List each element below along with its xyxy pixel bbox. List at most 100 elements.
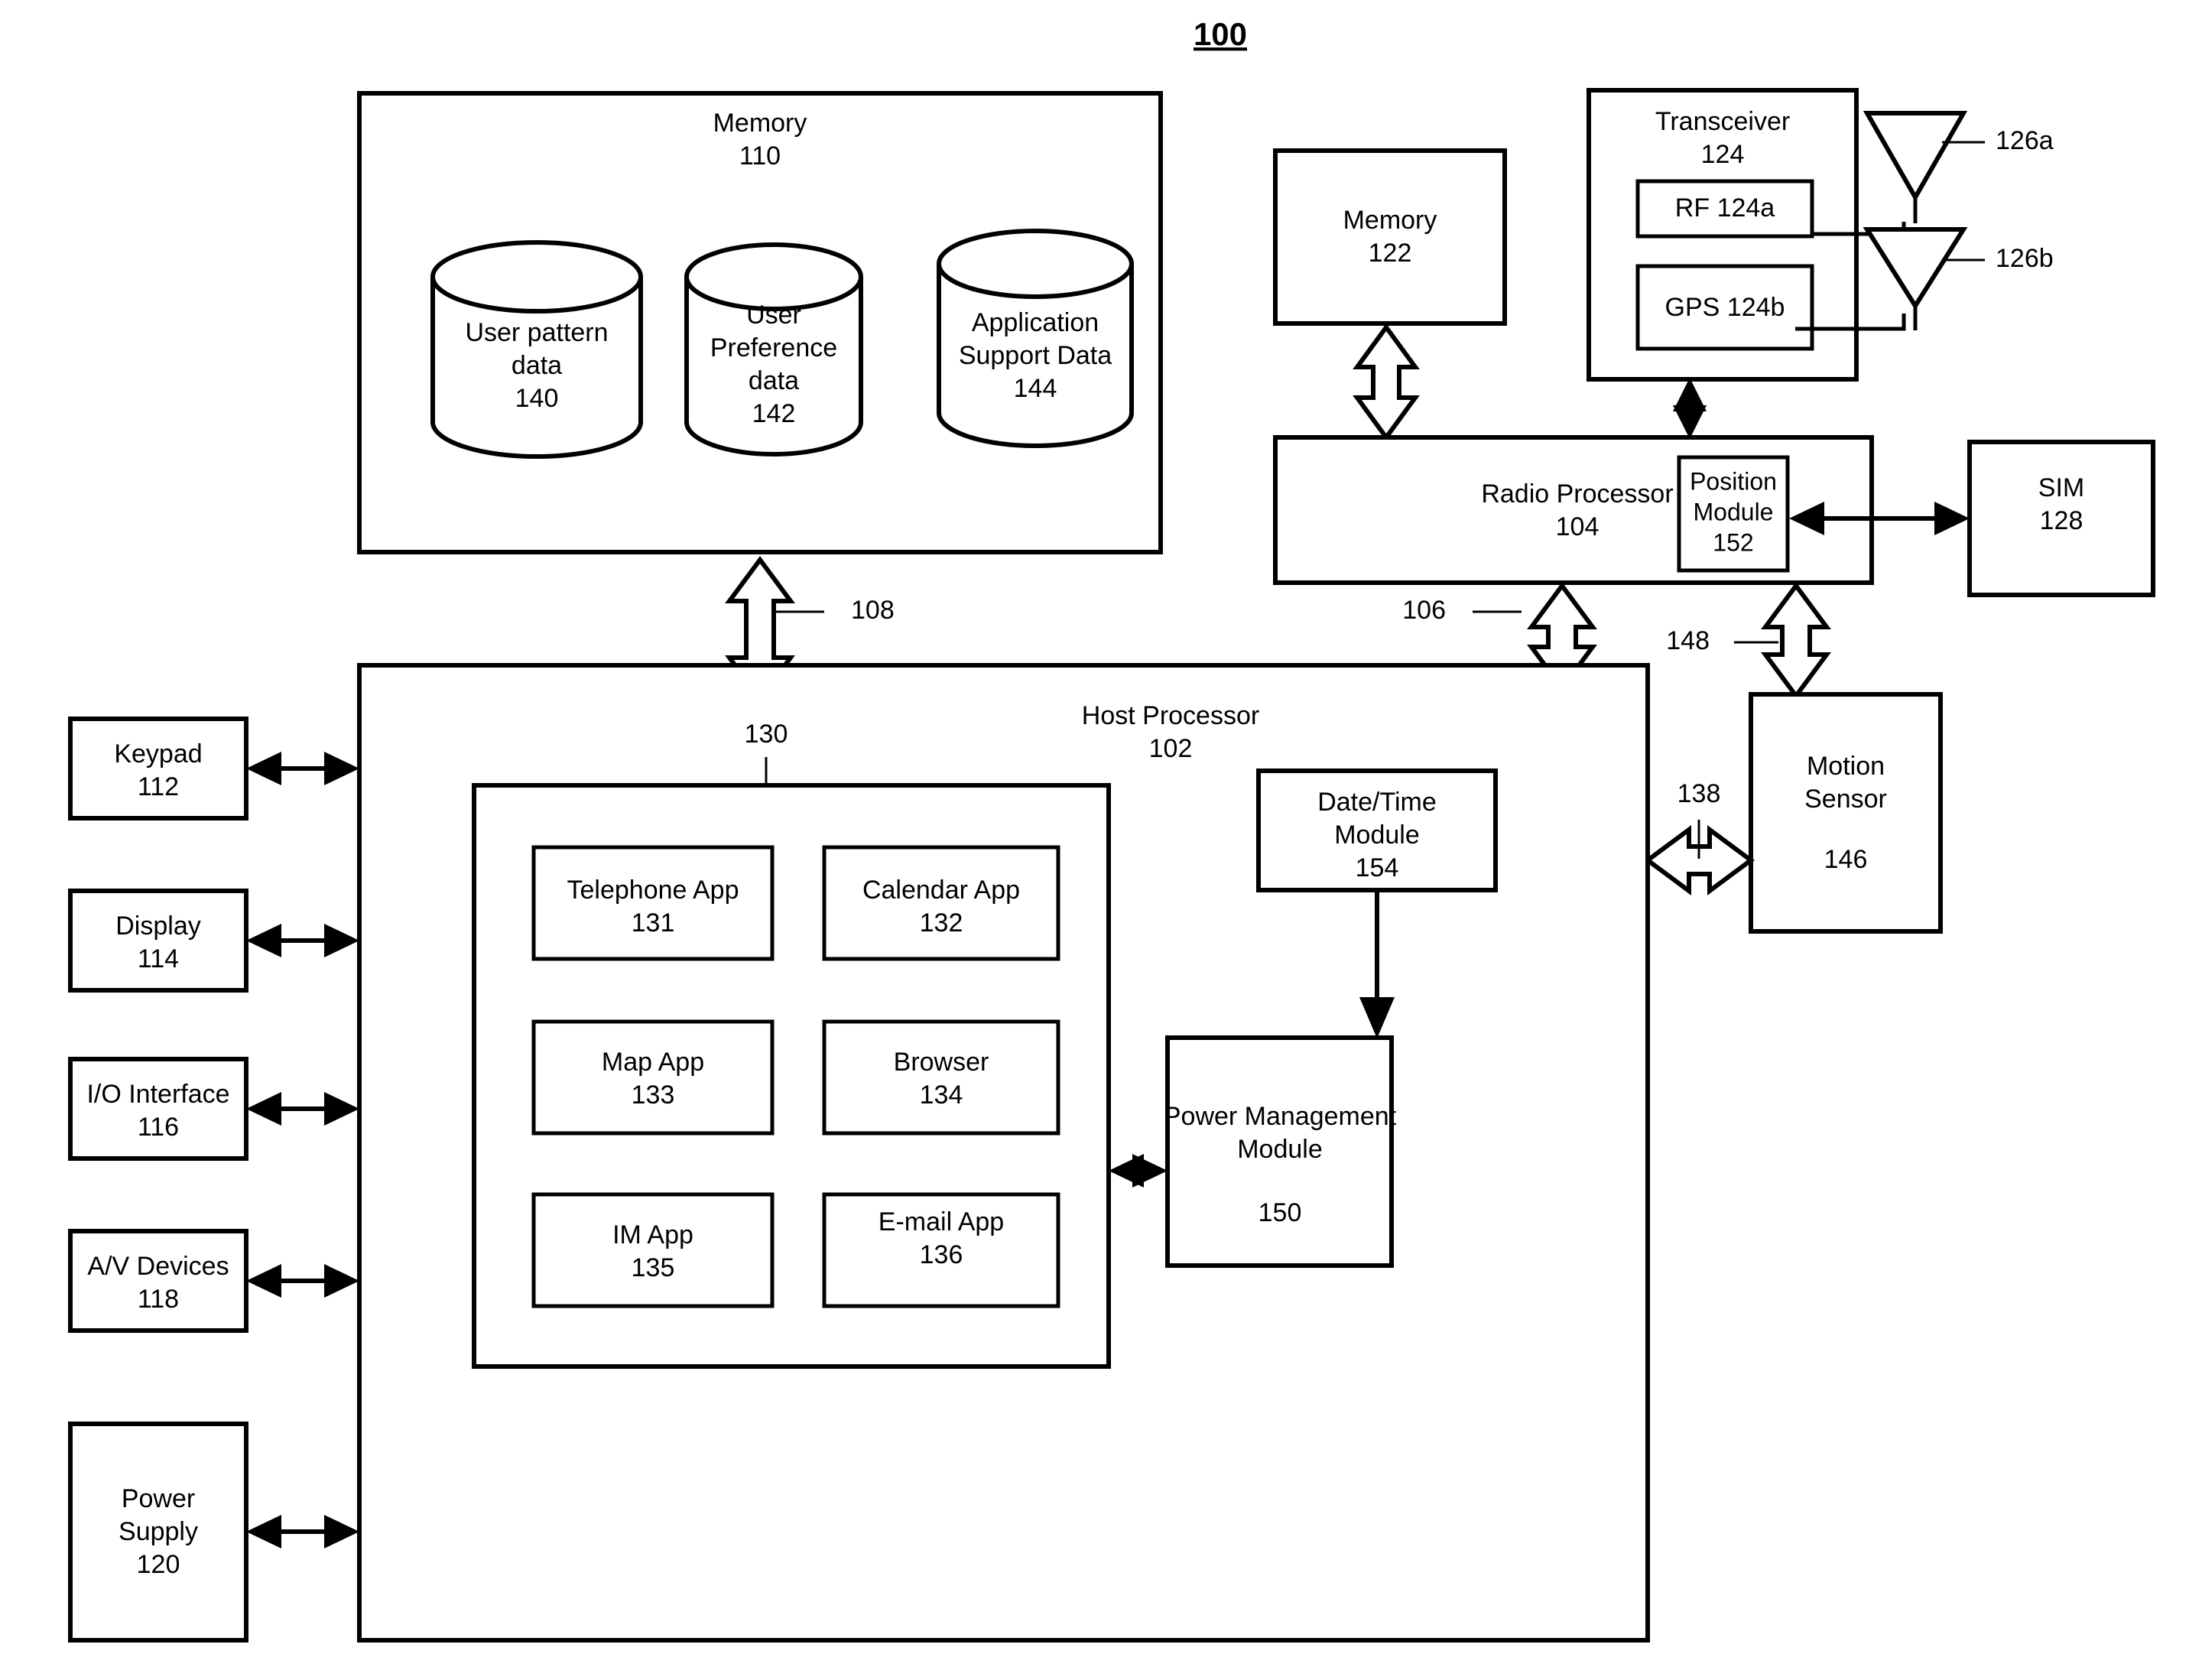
bus-148-ref: 148 xyxy=(1666,626,1710,655)
sim-title: SIM xyxy=(2038,473,2084,502)
date-time-ref: 154 xyxy=(1356,853,1399,882)
cylinder-top-140 xyxy=(430,240,643,314)
email-app-block[interactable]: E-mail App 136 xyxy=(822,1192,1060,1308)
radio-processor-title: Radio Processor xyxy=(1481,479,1673,509)
figure-number: 100 xyxy=(1194,16,1247,52)
applications-container-ref: 130 xyxy=(745,720,788,749)
figure-canvas: 100 Memory 110 User pattern data 140 Use… xyxy=(0,0,2189,1680)
bus-138-connector: 138 xyxy=(1643,779,1755,895)
host-processor-title: Host Processor xyxy=(1082,701,1259,730)
user-pattern-data-cylinder: User pattern data 140 xyxy=(430,240,643,459)
pmm-line1: Power Management xyxy=(1164,1102,1397,1131)
motion-sensor-line1: Motion xyxy=(1807,752,1885,781)
memory-110-block: Memory 110 User pattern data 140 User Pr… xyxy=(357,91,1163,554)
date-time-module-block: Date/Time Module 154 xyxy=(1256,769,1498,892)
transceiver-radio-arrowhead-down xyxy=(1673,405,1707,439)
av-devices-box xyxy=(68,1229,248,1333)
telephone-app-block[interactable]: Telephone App 131 xyxy=(531,845,775,961)
transceiver-ref: 124 xyxy=(1701,140,1745,169)
av-devices-title: A/V Devices xyxy=(87,1252,229,1281)
position-module-ref: 152 xyxy=(1713,528,1753,556)
memory-122-box xyxy=(1273,148,1507,326)
cylinder-top-142 xyxy=(684,242,863,311)
transceiver-title: Transceiver xyxy=(1655,107,1790,136)
radio-processor-ref: 104 xyxy=(1556,512,1600,541)
antenna-126a-ref: 126a xyxy=(1996,126,2054,155)
power-supply-arrowhead-right xyxy=(324,1515,359,1548)
io-interface-title: I/O Interface xyxy=(86,1080,229,1109)
memory-110-ref: 110 xyxy=(739,141,781,171)
host-processor-ref: 102 xyxy=(1149,734,1193,763)
date-time-line1: Date/Time xyxy=(1317,788,1437,817)
antenna-126b-ref: 126b xyxy=(1996,244,2054,273)
keypad-title: Keypad xyxy=(114,739,202,769)
memory-122-ref: 122 xyxy=(1369,239,1412,268)
keypad-ref: 112 xyxy=(138,772,179,801)
memory-122-double-arrow xyxy=(1353,323,1420,442)
calendar-app-block[interactable]: Calendar App 132 xyxy=(822,845,1060,961)
user-pattern-data-ref: 140 xyxy=(515,384,559,413)
power-supply-block: Power Supply 120 xyxy=(68,1422,359,1643)
display-block: Display 114 xyxy=(68,889,359,993)
bus-148-double-arrow xyxy=(1761,581,1831,700)
calendar-app-ref: 132 xyxy=(920,908,963,937)
display-title: Display xyxy=(115,911,200,941)
power-supply-arrowhead-left xyxy=(246,1515,281,1548)
antenna-126b: 126b xyxy=(1863,227,2054,330)
transceiver-radio-connector xyxy=(1673,378,1707,439)
io-interface-arrowhead-left xyxy=(246,1092,281,1126)
app-support-ref: 144 xyxy=(1014,374,1057,403)
keypad-arrowhead-right xyxy=(324,752,359,785)
motion-sensor-line2: Sensor xyxy=(1804,785,1887,814)
calendar-app-title: Calendar App xyxy=(862,876,1020,905)
av-devices-block: A/V Devices 118 xyxy=(68,1229,359,1333)
user-preference-data-cylinder: User Preference data 142 xyxy=(684,242,863,457)
im-app-ref: 135 xyxy=(632,1253,675,1282)
browser-block[interactable]: Browser 134 xyxy=(822,1019,1060,1136)
display-ref: 114 xyxy=(138,944,179,973)
memory-110-title: Memory xyxy=(713,109,807,138)
power-management-module-block: Power Management Module 150 xyxy=(1164,1035,1397,1268)
email-app-ref: 136 xyxy=(920,1240,963,1269)
im-app-block[interactable]: IM App 135 xyxy=(531,1192,775,1308)
pmm-line2: Module xyxy=(1237,1135,1323,1164)
bus-106-ref: 106 xyxy=(1402,596,1446,625)
display-box xyxy=(68,889,248,993)
map-app-box[interactable] xyxy=(531,1019,775,1136)
telephone-app-ref: 131 xyxy=(632,908,675,937)
cylinder-top-144 xyxy=(937,229,1134,299)
keypad-box xyxy=(68,717,248,821)
figure-title: 100 xyxy=(1194,16,1247,52)
telephone-app-title: Telephone App xyxy=(567,876,739,905)
position-sim-connector xyxy=(1789,502,1970,535)
display-arrowhead-right xyxy=(324,924,359,957)
keypad-arrowhead-left xyxy=(246,752,281,785)
user-preference-line2: Preference xyxy=(710,333,837,362)
io-interface-ref: 116 xyxy=(138,1113,179,1142)
antenna-126a-icon xyxy=(1863,111,1968,203)
position-module-line1: Position xyxy=(1690,467,1777,495)
memory-122-block: Memory 122 xyxy=(1273,148,1507,326)
browser-box[interactable] xyxy=(822,1019,1060,1136)
user-preference-ref: 142 xyxy=(752,399,796,428)
bus-148-connector: 148 xyxy=(1666,581,1831,700)
date-time-line2: Module xyxy=(1334,821,1420,850)
position-sim-arrowhead-right xyxy=(1934,502,1970,535)
app-support-line1: Application xyxy=(972,308,1099,337)
applications-container: 130 Telephone App 131 Calendar App 132 M… xyxy=(472,720,1111,1369)
map-app-block[interactable]: Map App 133 xyxy=(531,1019,775,1136)
bus-108-ref: 108 xyxy=(851,596,895,625)
sim-ref: 128 xyxy=(2040,506,2083,535)
application-support-data-cylinder: Application Support Data 144 xyxy=(937,229,1134,448)
browser-title: Browser xyxy=(894,1048,989,1077)
app-support-line2: Support Data xyxy=(959,341,1112,370)
keypad-block: Keypad 112 xyxy=(68,717,359,821)
memory-122-title: Memory xyxy=(1343,206,1437,235)
av-devices-arrowhead-right xyxy=(324,1264,359,1298)
io-interface-block: I/O Interface 116 xyxy=(68,1057,359,1161)
im-app-box[interactable] xyxy=(531,1192,775,1308)
antenna-126b-icon xyxy=(1863,227,1968,310)
av-devices-ref: 118 xyxy=(138,1285,179,1314)
user-pattern-data-line1: User pattern xyxy=(465,318,608,347)
user-preference-line3: data xyxy=(749,366,799,395)
